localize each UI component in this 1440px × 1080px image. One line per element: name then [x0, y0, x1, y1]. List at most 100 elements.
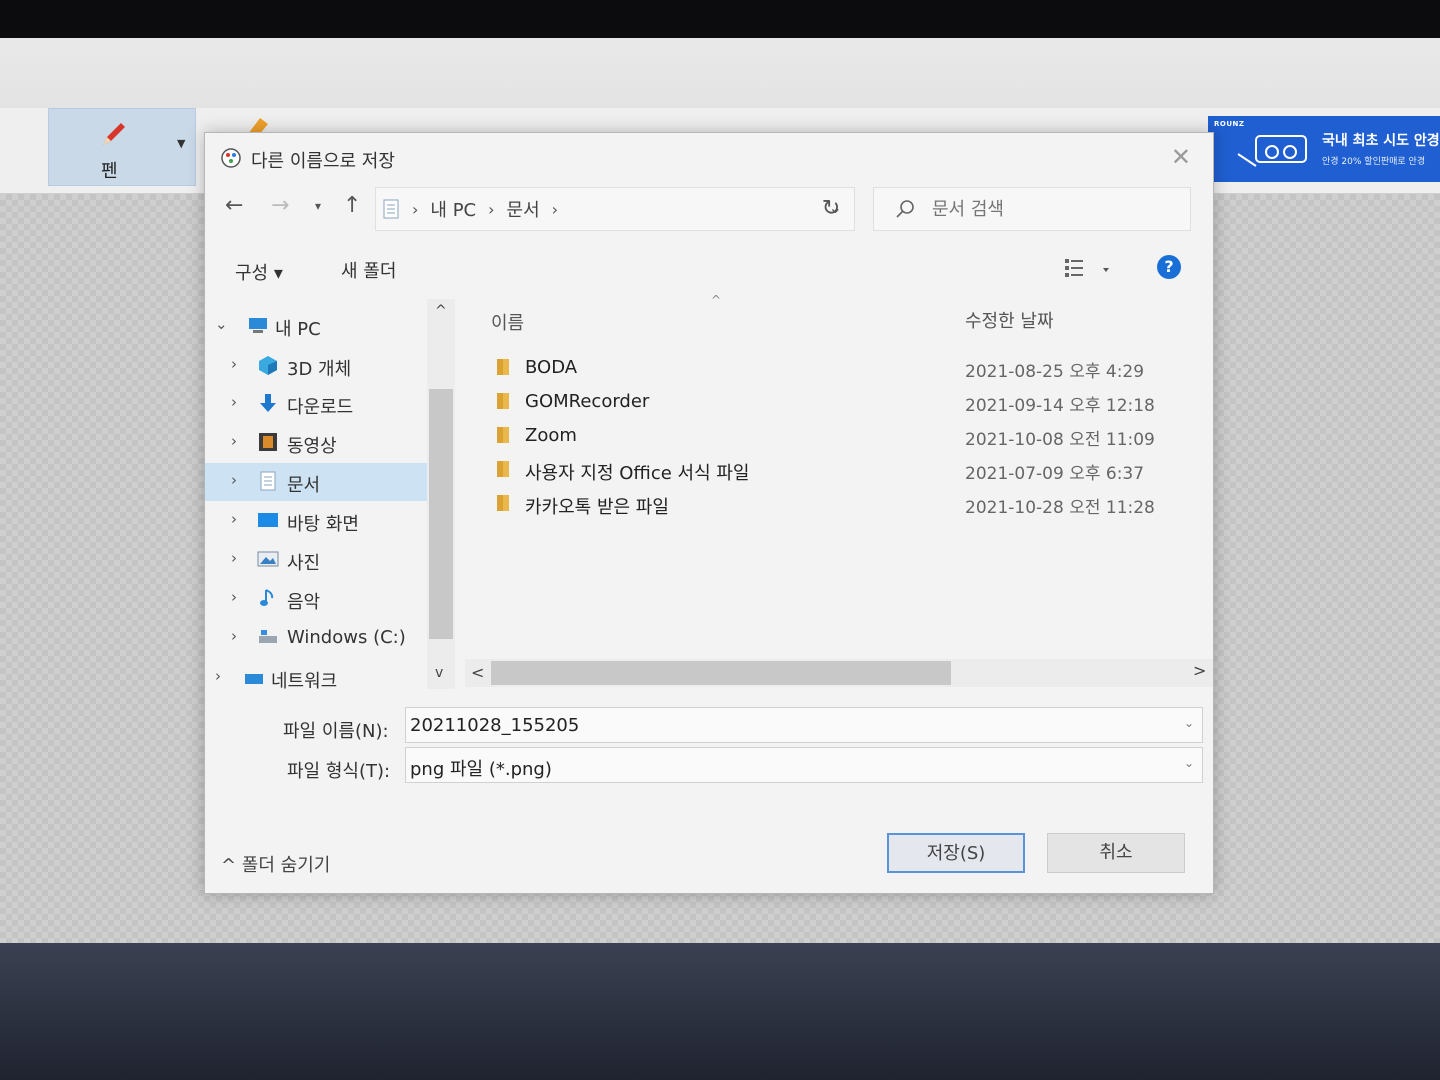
column-header-name[interactable]: 이름: [491, 309, 524, 335]
organize-button[interactable]: 구성 ▾: [235, 259, 283, 285]
glasses-icon: [1237, 135, 1307, 167]
navigation-bar: ← → ▾ ↑ › 내 PC › 문서 › ⌄ ↻: [205, 185, 1213, 235]
ad-banner[interactable]: ROUNZ 국내 최초 시도 안경 안경 20% 할인판매로 안경: [1208, 116, 1440, 182]
address-bar[interactable]: › 내 PC › 문서 › ⌄: [375, 187, 855, 231]
scrollbar-thumb[interactable]: [429, 389, 453, 639]
recent-locations-chevron-icon[interactable]: ▾: [315, 199, 321, 213]
save-button[interactable]: 저장(S): [887, 833, 1025, 873]
file-row[interactable]: 카카오톡 받은 파일 2021-10-28 오전 11:28: [465, 487, 1205, 521]
tree-item-downloads[interactable]: › 다운로드: [205, 385, 427, 423]
tree-label: 문서: [287, 475, 321, 496]
tree-label: 다운로드: [287, 397, 354, 418]
file-name: 사용자 지정 Office 서식 파일: [525, 463, 750, 484]
chevron-right-icon[interactable]: ›: [231, 510, 237, 528]
3d-objects-icon: [259, 356, 277, 375]
tree-label: 내 PC: [275, 319, 321, 340]
search-box[interactable]: [873, 187, 1191, 231]
breadcrumb-documents[interactable]: 문서: [507, 196, 540, 222]
tree-item-windows-drive[interactable]: › Windows (C:): [205, 619, 427, 657]
refresh-icon[interactable]: ↻: [805, 187, 857, 231]
file-row[interactable]: Zoom 2021-10-08 오전 11:09: [465, 419, 1205, 453]
filetype-value: png 파일 (*.png): [410, 759, 552, 780]
up-arrow-icon[interactable]: ↑: [343, 193, 361, 218]
chevron-right-icon[interactable]: ›: [231, 588, 237, 606]
scrollbar-thumb[interactable]: [491, 661, 951, 685]
file-date: 2021-10-08 오전 11:09: [965, 430, 1155, 450]
title-bar[interactable]: 다른 이름으로 저장 ✕: [205, 133, 1213, 181]
file-name: BODA: [525, 357, 578, 378]
paint-app-icon: [221, 148, 241, 168]
forward-arrow-icon[interactable]: →: [271, 193, 289, 218]
download-icon: [260, 394, 276, 412]
back-arrow-icon[interactable]: ←: [225, 193, 243, 218]
scroll-left-icon[interactable]: <: [471, 663, 484, 682]
ad-title: 국내 최초 시도 안경: [1322, 133, 1440, 149]
file-list: ^ 이름 수정한 날짜 BODA 2021-08-25 오후 4:29 GOMR…: [465, 293, 1213, 689]
pen-label: 펜: [101, 161, 118, 182]
hide-folders-button[interactable]: ^ 폴더 숨기기: [221, 851, 330, 877]
tree-label: 3D 개체: [287, 359, 352, 380]
dialog-title: 다른 이름으로 저장: [251, 151, 395, 172]
file-list-scrollbar[interactable]: < >: [465, 659, 1213, 687]
tree-label: Windows (C:): [287, 627, 406, 648]
chevron-right-icon[interactable]: ›: [231, 393, 237, 411]
chevron-down-icon[interactable]: ⌄: [1184, 756, 1194, 770]
chevron-right-icon[interactable]: ›: [231, 471, 237, 489]
tree-item-music[interactable]: › 음악: [205, 580, 427, 618]
close-icon[interactable]: ✕: [1171, 143, 1191, 171]
ad-subtitle: 안경 20% 할인판매로 안경: [1322, 157, 1426, 167]
desktop-icon: [258, 513, 278, 527]
tree-item-desktop[interactable]: › 바탕 화면: [205, 502, 427, 540]
chevron-down-icon[interactable]: ⌄: [1184, 716, 1194, 730]
tree-item-this-pc[interactable]: ⌄ 내 PC: [205, 307, 427, 345]
filetype-select[interactable]: png 파일 (*.png) ⌄: [405, 747, 1203, 783]
tree-label: 사진: [287, 553, 321, 574]
chevron-right-icon[interactable]: ›: [215, 667, 221, 685]
chevron-right-icon[interactable]: ›: [231, 627, 237, 645]
file-name: 카카오톡 받은 파일: [525, 497, 669, 518]
file-row[interactable]: BODA 2021-08-25 오후 4:29: [465, 351, 1205, 385]
chevron-right-icon[interactable]: ›: [231, 432, 237, 450]
column-header-date[interactable]: 수정한 날짜: [965, 307, 1054, 333]
tree-item-documents[interactable]: › 문서: [205, 463, 427, 501]
filename-field[interactable]: ⌄: [405, 707, 1203, 743]
tree-item-network[interactable]: › 네트워크: [205, 659, 427, 689]
chevron-down-icon[interactable]: ⌄: [215, 315, 228, 333]
filetype-label: 파일 형식(T):: [287, 761, 391, 782]
breadcrumb-separator-icon[interactable]: ›: [412, 200, 418, 219]
file-row[interactable]: 사용자 지정 Office 서식 파일 2021-07-09 오후 6:37: [465, 453, 1205, 487]
breadcrumb-this-pc[interactable]: 내 PC: [430, 196, 476, 222]
file-date: 2021-09-14 오후 12:18: [965, 396, 1155, 416]
breadcrumb-separator-icon[interactable]: ›: [552, 200, 558, 219]
pen-tool-button[interactable]: 펜 ▼: [48, 108, 196, 186]
tree-label: 동영상: [287, 436, 337, 457]
tree-label: 음악: [287, 592, 321, 613]
search-input[interactable]: [932, 194, 1172, 224]
file-date: 2021-07-09 오후 6:37: [965, 464, 1145, 484]
file-row[interactable]: GOMRecorder 2021-09-14 오후 12:18: [465, 385, 1205, 419]
tree-label: 바탕 화면: [287, 514, 359, 535]
video-icon: [259, 433, 277, 451]
chevron-down-icon[interactable]: ▼: [177, 137, 185, 150]
drive-icon: [259, 630, 277, 643]
tree-item-videos[interactable]: › 동영상: [205, 424, 427, 462]
filename-input[interactable]: [410, 712, 1170, 738]
cancel-button[interactable]: 취소: [1047, 833, 1185, 873]
breadcrumb-separator-icon[interactable]: ›: [488, 200, 494, 219]
help-icon[interactable]: ?: [1157, 255, 1181, 279]
scroll-up-icon[interactable]: ^: [435, 303, 447, 319]
chevron-right-icon[interactable]: ›: [231, 355, 237, 373]
file-date: 2021-10-28 오전 11:28: [965, 498, 1155, 518]
chevron-right-icon[interactable]: ›: [231, 549, 237, 567]
document-icon: [260, 471, 276, 491]
scroll-down-icon[interactable]: v: [435, 665, 443, 681]
tree-item-3d-objects[interactable]: › 3D 개체: [205, 347, 427, 385]
new-folder-button[interactable]: 새 폴더: [341, 257, 396, 283]
pictures-icon: [257, 551, 279, 567]
view-options-icon[interactable]: [1063, 255, 1123, 285]
scroll-right-icon[interactable]: >: [1193, 661, 1206, 680]
monitor-bezel: [0, 943, 1440, 1080]
tree-item-pictures[interactable]: › 사진: [205, 541, 427, 579]
nav-pane-scrollbar[interactable]: ^ v: [427, 299, 455, 689]
folder-icon: [497, 461, 509, 477]
